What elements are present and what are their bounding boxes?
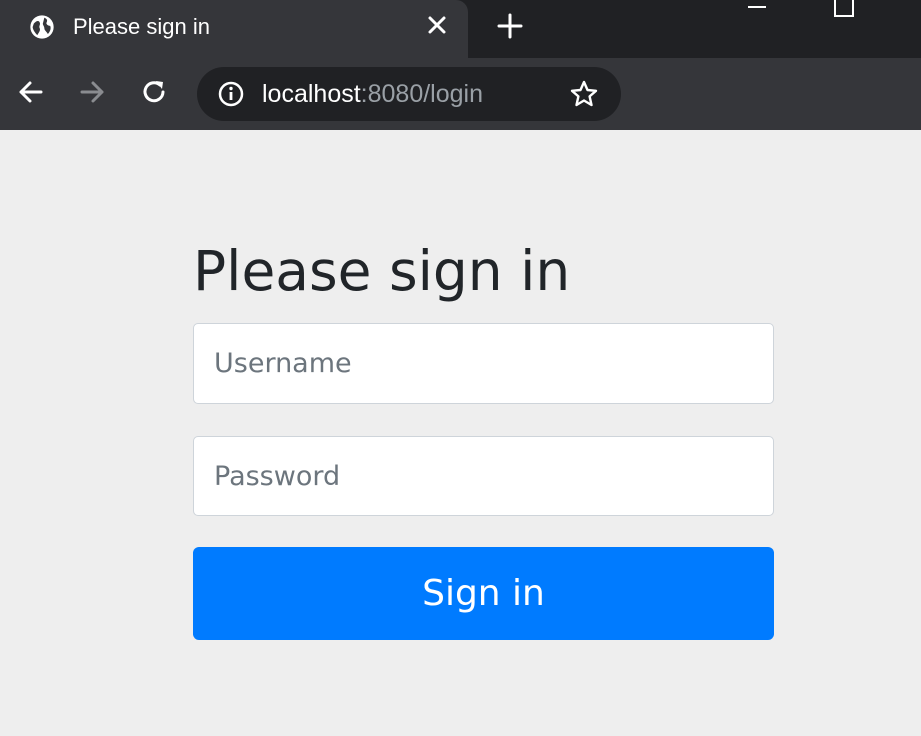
address-bar[interactable]: localhost:8080/login — [197, 67, 621, 121]
page-title: Please sign in — [193, 239, 571, 303]
arrow-right-icon[interactable] — [74, 74, 110, 110]
maximize-icon[interactable] — [830, 0, 858, 18]
tab-title: Please sign in — [73, 14, 210, 39]
url-text[interactable]: localhost:8080/login — [262, 78, 483, 110]
url-path: :8080/login — [360, 80, 483, 108]
page-content: Please sign in Sign in — [0, 130, 921, 736]
reload-icon[interactable] — [136, 74, 172, 110]
tab-strip: Please sign in — [0, 0, 921, 58]
close-icon[interactable] — [421, 9, 453, 41]
sign-in-button[interactable]: Sign in — [193, 547, 774, 640]
username-input[interactable] — [193, 323, 774, 404]
url-host: localhost — [262, 80, 361, 108]
password-input[interactable] — [193, 436, 774, 516]
browser-window: Please sign in localhost:8080/login Plea… — [0, 0, 921, 736]
globe-icon — [30, 15, 54, 39]
tab-login[interactable]: Please sign in — [0, 0, 468, 58]
plus-icon[interactable] — [494, 10, 526, 42]
minimize-icon[interactable] — [744, 0, 770, 14]
info-icon[interactable] — [217, 80, 245, 108]
star-icon[interactable] — [569, 79, 599, 109]
browser-toolbar: localhost:8080/login — [0, 58, 921, 130]
arrow-left-icon[interactable] — [13, 74, 49, 110]
